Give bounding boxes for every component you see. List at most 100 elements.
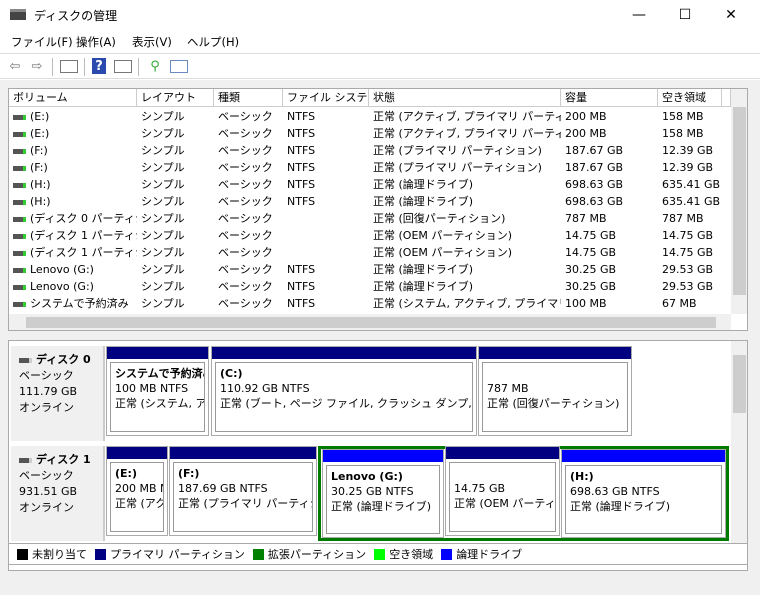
- disk-name: ディスク 0: [19, 352, 103, 368]
- action-pane-icon[interactable]: [114, 60, 132, 73]
- cell-text: ベーシック: [218, 178, 273, 191]
- forward-icon[interactable]: ⇨: [28, 58, 46, 74]
- partition-size: 200 MB NTFS: [115, 482, 163, 495]
- toolbar-separator: [138, 58, 139, 76]
- partition-body: 787 MB 正常 (回復パーティション): [482, 362, 628, 432]
- column-header[interactable]: 容量: [561, 89, 658, 107]
- close-button[interactable]: ✕: [708, 0, 754, 30]
- cell: シンプル: [137, 142, 214, 159]
- legend-label: 論理ドライブ: [456, 548, 523, 561]
- legend: 未割り当て プライマリ パーティション 拡張パーティション 空き領域 論理ドライブ: [8, 543, 748, 565]
- disk-label[interactable]: ディスク 1 ベーシック 931.51 GB オンライン: [11, 446, 105, 541]
- cell-text: (H:): [30, 178, 51, 191]
- partition-type-bar: [479, 347, 631, 359]
- cell-text: 698.63 GB: [565, 178, 624, 191]
- column-header[interactable]: レイアウト: [137, 89, 214, 107]
- vertical-scrollbar[interactable]: [731, 341, 747, 544]
- partition-type-bar: [323, 450, 443, 462]
- toolbar-separator: [52, 58, 53, 76]
- volume-name: Lenovo (G:): [9, 278, 137, 295]
- column-header[interactable]: 種類: [214, 89, 283, 107]
- table-row[interactable]: (H:) シンプル ベーシック NTFS 正常 (論理ドライブ) 698.63 GB 635…: [9, 193, 731, 210]
- legend-label: プライマリ パーティション: [110, 548, 245, 561]
- table-row[interactable]: (ディスク 1 パーティシ... シンプル ベーシック 正常 (OEM パーティション…: [9, 227, 731, 244]
- cell: シンプル: [137, 210, 214, 227]
- cell: ベーシック: [214, 210, 283, 227]
- cell-text: システムで予約済み: [30, 297, 129, 310]
- cell: ベーシック: [214, 108, 283, 125]
- scroll-thumb[interactable]: [733, 107, 746, 295]
- connect-icon[interactable]: ⚲: [146, 58, 164, 74]
- table-row[interactable]: Lenovo (G:) シンプル ベーシック NTFS 正常 (論理ドライブ) 30.25…: [9, 278, 731, 295]
- partition[interactable]: (H:) 698.63 GB NTFS 正常 (論理ドライブ): [561, 449, 726, 538]
- menu-view[interactable]: 表示(V): [132, 34, 172, 50]
- cell-text: シンプル: [141, 229, 185, 242]
- disk-name: ディスク 1: [19, 452, 103, 468]
- table-row[interactable]: システムで予約済み シンプル ベーシック NTFS 正常 (システム, アクティブ, プ…: [9, 295, 731, 312]
- cell-text: 正常 (論理ドライブ): [373, 263, 474, 276]
- cell-text: Lenovo (G:): [30, 263, 94, 276]
- partition[interactable]: 14.75 GB 正常 (OEM パーティション): [445, 446, 560, 536]
- menu-action[interactable]: 操作(A): [76, 34, 116, 50]
- help-icon[interactable]: ?: [92, 58, 106, 74]
- cell-text: ベーシック: [218, 127, 273, 140]
- menu-file[interactable]: ファイル(F): [11, 34, 73, 50]
- partition-body: (H:) 698.63 GB NTFS 正常 (論理ドライブ): [565, 465, 722, 534]
- partition-size: 100 MB NTFS: [115, 382, 189, 395]
- cell-text: 698.63 GB: [565, 195, 624, 208]
- menu-help[interactable]: ヘルプ(H): [187, 34, 239, 50]
- volume-name: (ディスク 1 パーティシ...: [9, 227, 137, 244]
- partition[interactable]: Lenovo (G:) 30.25 GB NTFS 正常 (論理ドライブ): [322, 449, 444, 538]
- column-header[interactable]: ボリューム: [9, 89, 137, 107]
- cell-text: NTFS: [287, 144, 316, 157]
- cell-text: 100 MB: [565, 297, 607, 310]
- drive-icon: [13, 114, 26, 120]
- horizontal-scrollbar[interactable]: [9, 314, 731, 330]
- partition[interactable]: 787 MB 正常 (回復パーティション): [478, 346, 632, 436]
- partition-type-bar: [562, 450, 725, 462]
- column-header[interactable]: 状態: [369, 89, 561, 107]
- scroll-thumb[interactable]: [26, 317, 716, 328]
- properties-icon[interactable]: [170, 60, 188, 73]
- drive-icon: [13, 233, 26, 239]
- table-row[interactable]: (H:) シンプル ベーシック NTFS 正常 (論理ドライブ) 698.63 GB 635…: [9, 176, 731, 193]
- table-row[interactable]: (E:) シンプル ベーシック NTFS 正常 (アクティブ, プライマリ パーティシ.…: [9, 125, 731, 142]
- table-row[interactable]: (E:) シンプル ベーシック NTFS 正常 (アクティブ, プライマリ パーティシ.…: [9, 108, 731, 125]
- column-header[interactable]: [722, 89, 731, 107]
- partition-name: [454, 466, 551, 481]
- cell-text: ベーシック: [218, 297, 273, 310]
- back-icon[interactable]: ⇦: [6, 58, 24, 74]
- cell-text: シンプル: [141, 195, 185, 208]
- disk-size: 931.51 GB: [19, 485, 78, 498]
- cell-text: ベーシック: [218, 263, 273, 276]
- cell: シンプル: [137, 278, 214, 295]
- console-tree-icon[interactable]: [60, 60, 78, 73]
- partition[interactable]: (C:) 110.92 GB NTFS 正常 (ブート, ページ ファイル, クラッ…: [211, 346, 477, 436]
- table-row[interactable]: (ディスク 1 パーティシ... シンプル ベーシック 正常 (OEM パーティション…: [9, 244, 731, 261]
- partition-status: 正常 (回復パーティション): [487, 397, 620, 410]
- cell-text: (E:): [30, 127, 50, 140]
- disk-management-icon: [10, 9, 26, 20]
- table-row[interactable]: Lenovo (G:) シンプル ベーシック NTFS 正常 (論理ドライブ) 30.25…: [9, 261, 731, 278]
- table-row[interactable]: (ディスク 0 パーティシ... シンプル ベーシック 正常 (回復パーティション) 7…: [9, 210, 731, 227]
- minimize-button[interactable]: —: [616, 0, 662, 30]
- disk-label[interactable]: ディスク 0 ベーシック 111.79 GB オンライン: [11, 346, 105, 441]
- partition[interactable]: システムで予約済み 100 MB NTFS 正常 (システム, アクティブ, プライ…: [106, 346, 209, 436]
- partition-type-bar: [446, 447, 559, 459]
- legend-swatch: [17, 548, 28, 560]
- table-row[interactable]: (F:) シンプル ベーシック NTFS 正常 (プライマリ パーティション) 187.6…: [9, 159, 731, 176]
- scroll-thumb[interactable]: [733, 355, 746, 413]
- maximize-button[interactable]: ☐: [662, 0, 708, 30]
- table-row[interactable]: (F:) シンプル ベーシック NTFS 正常 (プライマリ パーティション) 187.6…: [9, 142, 731, 159]
- vertical-scrollbar[interactable]: [731, 89, 747, 314]
- cell-text: ベーシック: [218, 161, 273, 174]
- column-header[interactable]: 空き領域: [658, 89, 722, 107]
- partition[interactable]: (F:) 187.69 GB NTFS 正常 (プライマリ パーティション): [169, 446, 317, 536]
- partition[interactable]: (E:) 200 MB NTFS 正常 (アクティブ, プライマリ パーティション): [106, 446, 168, 536]
- partition-name: [487, 366, 623, 381]
- menu-bar: ファイル(F) 操作(A) 表示(V) ヘルプ(H): [0, 30, 760, 52]
- partition-type-bar: [170, 447, 316, 459]
- column-header[interactable]: ファイル システム: [283, 89, 369, 107]
- cell-text: 12.39 GB: [662, 161, 714, 174]
- cell: 正常 (アクティブ, プライマリ パーティシ...: [369, 108, 561, 125]
